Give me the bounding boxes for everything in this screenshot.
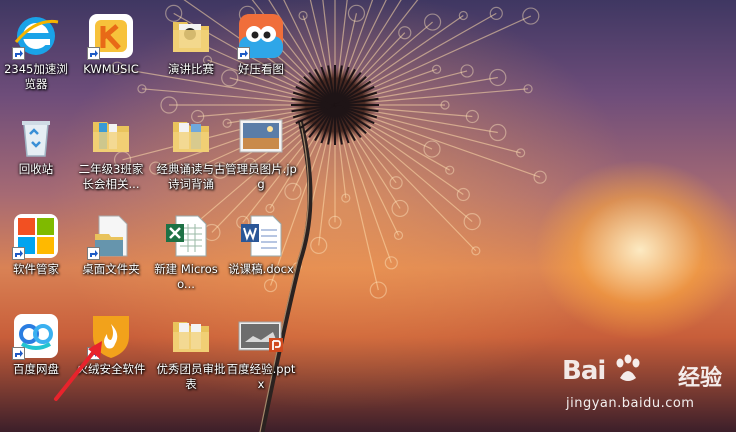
desktop-icon-haoya-viewer[interactable]: 好压看图 <box>224 0 298 96</box>
folder-icon <box>173 322 209 352</box>
icon-label: 软件管家 <box>13 262 59 276</box>
watermark-brand: Bai <box>562 356 606 386</box>
icon-label: 2345加速浏览器 <box>4 62 68 91</box>
desktop-icon-lecture-draft[interactable]: 说课稿.docx <box>224 200 298 296</box>
desktop-icon-outstanding-member-folder[interactable]: 优秀团员审批表 <box>154 300 228 396</box>
watermark-url: jingyan.baidu.com <box>566 396 695 411</box>
desktop-icon-admin-picture[interactable]: 管理员图片.jpg <box>224 100 298 196</box>
desktop-icon-new-excel[interactable]: 新建 Microso... <box>149 200 223 296</box>
red-annotation-arrow <box>54 341 102 401</box>
desktop-icon-kwmusic[interactable]: KWMUSIC <box>74 0 148 96</box>
shortcut-arrow-icon <box>87 247 100 260</box>
baidu-jingyan-watermark: Bai 经验 jingyan.baidu.com <box>562 352 732 422</box>
desktop-icon-desktop-folder[interactable]: 桌面文件夹 <box>74 200 148 296</box>
icon-label: 百度经验.pptx <box>226 362 296 391</box>
icon-label: 桌面文件夹 <box>82 262 140 276</box>
desktop-icon-parent-meeting-folder[interactable]: 二年级3班家长会相关... <box>74 100 148 196</box>
icon-label: 二年级3班家长会相关... <box>78 162 144 191</box>
desktop-icon-speech-contest-folder[interactable]: 演讲比赛 <box>154 0 228 96</box>
desktop-icon-2345-browser[interactable]: 2345加速浏览器 <box>0 0 73 96</box>
shortcut-arrow-icon <box>87 47 100 60</box>
icon-label: 说课稿.docx <box>228 262 294 276</box>
icon-label: 优秀团员审批表 <box>156 362 226 391</box>
desktop-icon-recycle-bin[interactable]: 回收站 <box>0 100 73 196</box>
desktop-icon-classic-reading-folder[interactable]: 经典诵读与古诗词背诵 <box>154 100 228 196</box>
recycle-bin-icon <box>22 121 50 157</box>
shortcut-arrow-icon <box>237 47 250 60</box>
desktop-icon-baidu-jingyan-pptx[interactable]: 百度经验.pptx <box>224 300 298 396</box>
folder-icon <box>173 22 209 52</box>
icon-label: KWMUSIC <box>83 62 139 76</box>
desktop[interactable]: 2345加速浏览器 KWMUSIC 演讲比赛 好压看图 回收站 二年级3班家长会… <box>0 0 736 432</box>
icon-label: 好压看图 <box>238 62 284 76</box>
baidu-paw-icon <box>616 354 640 381</box>
icon-label: 回收站 <box>18 162 54 176</box>
icon-label: 管理员图片.jpg <box>225 162 297 191</box>
icon-label: 经典诵读与古诗词背诵 <box>156 162 226 191</box>
word-file-icon <box>241 215 282 257</box>
desktop-icon-software-manager[interactable]: 软件管家 <box>0 200 73 296</box>
icon-label: 新建 Microso... <box>154 262 218 291</box>
pptx-file-icon <box>238 321 283 352</box>
shortcut-arrow-icon <box>12 347 25 360</box>
shortcut-arrow-icon <box>12 247 25 260</box>
watermark-jingyan: 经验 <box>678 366 723 391</box>
folder-icon <box>173 122 209 152</box>
icon-label: 演讲比赛 <box>168 62 214 76</box>
shortcut-arrow-icon <box>12 47 25 60</box>
folder-icon <box>93 122 129 152</box>
excel-file-icon <box>166 215 207 257</box>
jpg-file-icon <box>239 119 283 153</box>
